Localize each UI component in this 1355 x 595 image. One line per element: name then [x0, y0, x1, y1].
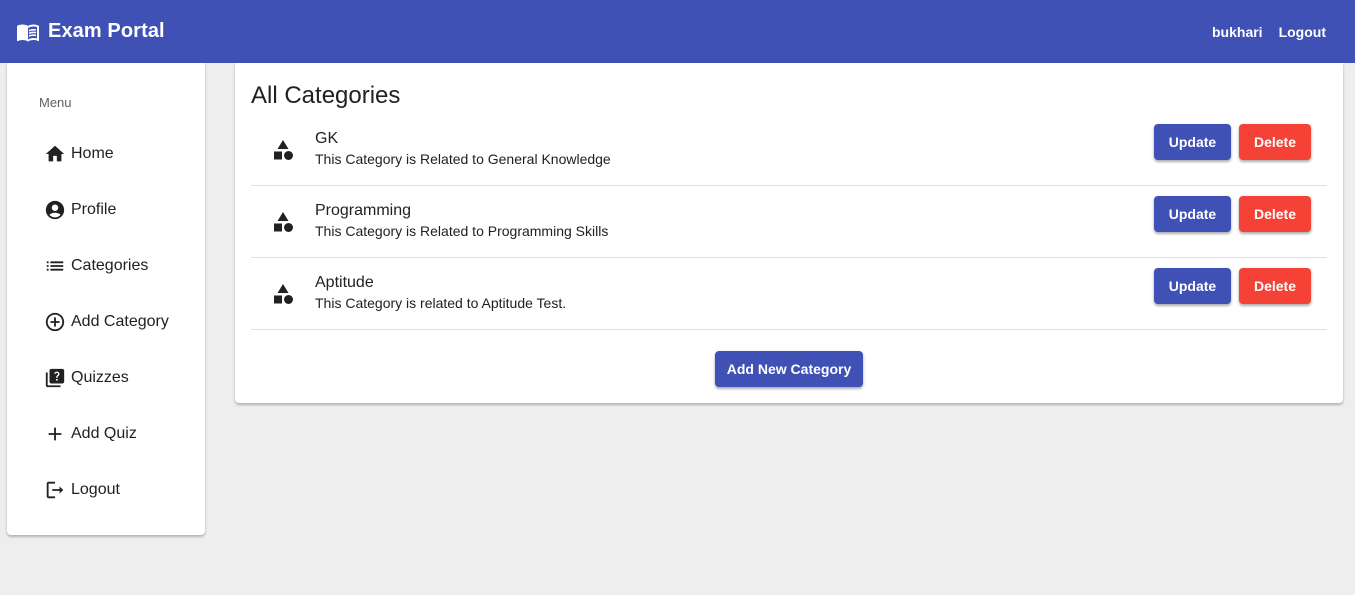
sidebar-item-add-category[interactable]: Add Category [7, 294, 205, 350]
list-icon [44, 255, 66, 277]
category-icon [271, 282, 295, 306]
sidebar-item-quizzes[interactable]: Quizzes [7, 350, 205, 406]
sidebar-menu: Menu Home Profile Categories Add Categor… [7, 63, 205, 535]
category-name: Programming [315, 202, 412, 219]
category-name: GK [315, 130, 339, 147]
sidebar-item-logout[interactable]: Logout [7, 462, 205, 518]
category-description: This Category is related to Aptitude Tes… [315, 295, 567, 311]
brand[interactable]: Exam Portal [16, 20, 165, 44]
category-icon [271, 138, 295, 162]
sidebar-item-label: Home [71, 145, 114, 162]
add-icon [44, 423, 66, 445]
category-text: Aptitude This Category is related to Apt… [315, 273, 566, 313]
logout-icon [44, 479, 66, 501]
menu-list: Home Profile Categories Add Category Qui… [7, 126, 205, 518]
sidebar-item-label: Add Category [71, 313, 169, 330]
page-title: All Categories [251, 82, 401, 109]
sidebar-item-home[interactable]: Home [7, 126, 205, 182]
update-button[interactable]: Update [1154, 268, 1231, 304]
sidebar-item-label: Quizzes [71, 369, 129, 386]
category-icon [271, 210, 295, 234]
sidebar-item-categories[interactable]: Categories [7, 238, 205, 294]
category-name: Aptitude [315, 274, 374, 291]
update-button[interactable]: Update [1154, 196, 1231, 232]
add-new-category-button[interactable]: Add New Category [715, 351, 863, 387]
category-text: GK This Category is Related to General K… [315, 129, 611, 169]
category-actions: Update Delete [1154, 268, 1311, 304]
category-actions: Update Delete [1154, 124, 1311, 160]
list-item: GK This Category is Related to General K… [251, 114, 1327, 186]
list-item: Programming This Category is Related to … [251, 186, 1327, 258]
sidebar-item-add-quiz[interactable]: Add Quiz [7, 406, 205, 462]
delete-button[interactable]: Delete [1239, 196, 1311, 232]
add-circle-outline-icon [44, 311, 66, 333]
top-logout-link[interactable]: Logout [1279, 24, 1326, 40]
category-actions: Update Delete [1154, 196, 1311, 232]
menu-title: Menu [39, 95, 72, 110]
update-button[interactable]: Update [1154, 124, 1231, 160]
top-toolbar: Exam Portal bukhari Logout [0, 0, 1355, 63]
category-list: GK This Category is Related to General K… [251, 114, 1327, 330]
delete-button[interactable]: Delete [1239, 268, 1311, 304]
list-item: Aptitude This Category is related to Apt… [251, 258, 1327, 330]
quiz-icon [44, 367, 66, 389]
categories-card: All Categories GK This Category is Relat… [235, 63, 1343, 403]
home-icon [44, 143, 66, 165]
sidebar-item-profile[interactable]: Profile [7, 182, 205, 238]
category-text: Programming This Category is Related to … [315, 201, 608, 241]
user-name-link[interactable]: bukhari [1212, 24, 1263, 40]
category-description: This Category is Related to General Know… [315, 151, 611, 167]
category-description: This Category is Related to Programming … [315, 223, 609, 239]
sidebar-item-label: Logout [71, 481, 120, 498]
top-actions: bukhari Logout [1212, 24, 1326, 40]
menu-book-icon [16, 20, 40, 44]
sidebar-item-label: Add Quiz [71, 425, 137, 442]
sidebar-item-label: Profile [71, 201, 117, 218]
delete-button[interactable]: Delete [1239, 124, 1311, 160]
app-title: Exam Portal [48, 20, 165, 42]
account-circle-icon [44, 199, 66, 221]
sidebar-item-label: Categories [71, 257, 149, 274]
